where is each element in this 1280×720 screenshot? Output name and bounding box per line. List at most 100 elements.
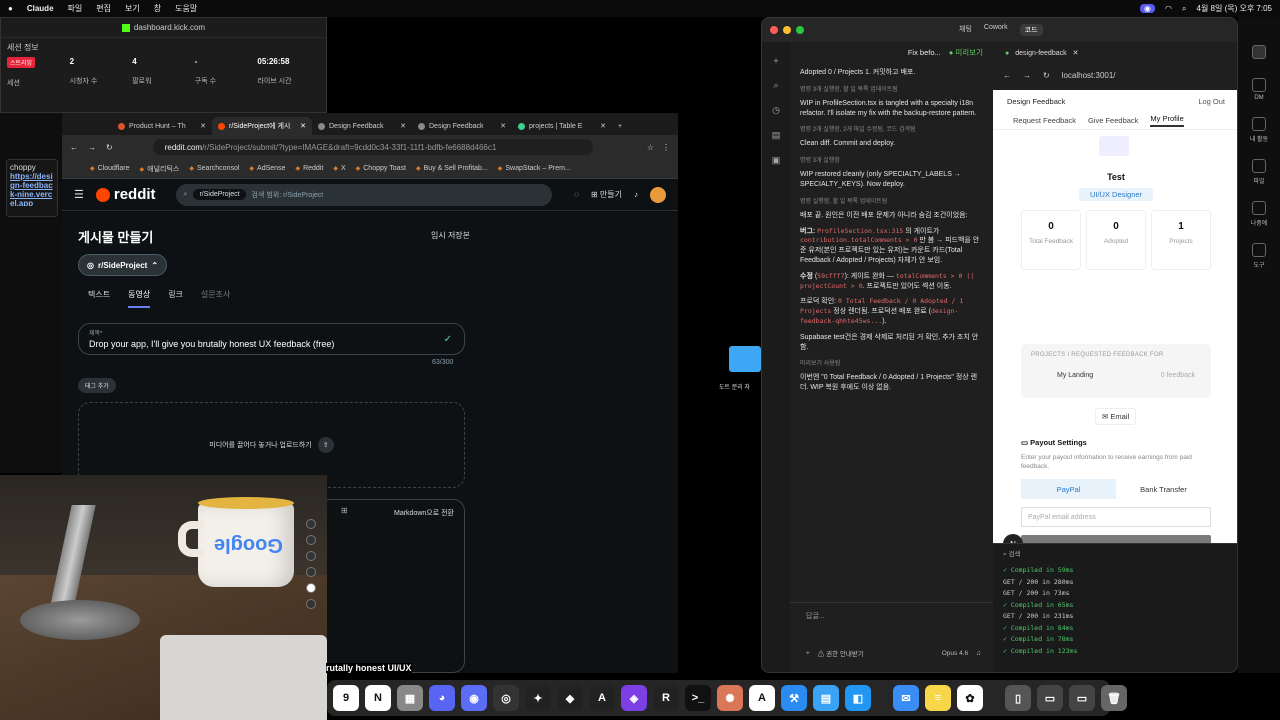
chat-title[interactable]: Fix befo... <box>908 48 941 57</box>
rail-tools[interactable]: 도구 <box>1252 243 1266 269</box>
minimize-window-button[interactable] <box>783 26 791 34</box>
bookmark-item[interactable]: Cloudflare <box>90 165 130 172</box>
terminal-search[interactable]: ⌕ 검색 <box>1003 548 1229 559</box>
project-row[interactable]: My Landing 0 feedback <box>1021 358 1211 379</box>
chat-icon[interactable]: ◌ <box>574 190 579 199</box>
nav-give-feedback[interactable]: Give Feedback <box>1088 116 1138 125</box>
folder-label[interactable]: 도트 분리 자 <box>719 382 750 391</box>
history-icon[interactable]: ◷ <box>772 105 780 116</box>
status-app-icon[interactable]: ◉ <box>1140 4 1156 13</box>
segment-chat[interactable]: 채팅 <box>959 24 972 36</box>
dock-chrome-canary-icon[interactable]: ◎ <box>493 685 519 711</box>
paypal-tab[interactable]: PayPal <box>1021 479 1116 500</box>
tool-summary[interactable]: 명령 실행함, 할 일 목록 업데이트됨 <box>800 196 983 205</box>
zoom-window-button[interactable] <box>796 26 804 34</box>
create-button[interactable]: ⊞ 만들기 <box>591 189 622 200</box>
bookmark-item[interactable]: AdSense <box>249 165 285 172</box>
dock-terminal-icon[interactable]: >_ <box>685 685 711 711</box>
dock-notes-icon[interactable]: ≡ <box>925 685 951 711</box>
forward-icon[interactable]: → <box>1023 71 1031 80</box>
menu-datetime[interactable]: 4월 8일 (목) 오후 7:05 <box>1197 3 1273 14</box>
menu-file[interactable]: 파일 <box>68 3 83 14</box>
bookmark-item[interactable]: Choppy Toast <box>356 165 406 172</box>
chat-input[interactable]: 답글... + ⚠ 권한 안내받기 Opus 4.6 ♫ <box>790 602 993 672</box>
rail-activity[interactable]: 내 활동 <box>1250 117 1268 143</box>
dock-perplexity-icon[interactable]: ◈ <box>621 685 647 711</box>
paypal-email-input[interactable]: PayPal email address <box>1021 507 1211 528</box>
dock-claude-icon[interactable]: ✺ <box>717 685 743 711</box>
bookmark-item[interactable]: SwapStack – Prem... <box>498 165 570 172</box>
reload-icon[interactable]: ↻ <box>1043 71 1050 80</box>
dock-discord-icon[interactable]: ◕ <box>429 685 455 711</box>
title-field[interactable]: 제목* Drop your app, I'll give you brutall… <box>78 323 465 355</box>
tool-summary[interactable]: 명령 2개 실행함, 2개 파일 수정됨, 코드 검색됨 <box>800 124 983 133</box>
briefcase-icon[interactable]: ▣ <box>772 155 781 166</box>
tool-summary[interactable]: 명령 3개 실행함 <box>800 155 983 164</box>
menu-window[interactable]: 창 <box>154 3 161 14</box>
tab-design-feedback-2[interactable]: Design Feedback ✕ <box>412 117 512 135</box>
reload-icon[interactable]: ↻ <box>106 143 113 152</box>
menu-app-name[interactable]: Claude <box>27 4 54 13</box>
dock-mail-icon[interactable]: ✉ <box>893 685 919 711</box>
bookmark-item[interactable]: Reddit <box>295 165 323 172</box>
wifi-icon[interactable]: ◠ <box>1165 4 1172 13</box>
reddit-logo[interactable]: reddit <box>95 186 156 203</box>
back-icon[interactable]: ← <box>70 143 78 152</box>
star-icon[interactable]: ☆ <box>647 143 654 152</box>
new-tab-button[interactable]: + <box>612 117 632 135</box>
dock-figma-icon[interactable]: ✦ <box>525 685 551 711</box>
dock-calendar-icon[interactable]: 9 <box>333 685 359 711</box>
tab-reddit[interactable]: r/SideProject에 게시 ✕ <box>212 117 312 135</box>
side-card[interactable]: choppy https://design-feedback-nine.verc… <box>6 159 58 217</box>
dock-trash-icon[interactable]: 🗑 <box>1101 685 1127 711</box>
close-window-button[interactable] <box>770 26 778 34</box>
dock-files-icon[interactable]: ▤ <box>813 685 839 711</box>
menu-help[interactable]: 도움말 <box>175 3 197 14</box>
bank-transfer-tab[interactable]: Bank Transfer <box>1116 479 1211 499</box>
side-card-link[interactable]: https://design-feedback-nine.vercel.app <box>10 172 54 206</box>
avatar[interactable] <box>650 186 666 203</box>
bell-icon[interactable]: ♪ <box>634 190 638 199</box>
bookmark-item[interactable]: 애널리틱스 <box>140 164 179 174</box>
model-selector[interactable]: Opus 4.6 <box>942 650 968 657</box>
folder-icon[interactable] <box>729 346 761 372</box>
apple-icon[interactable]: ● <box>8 4 13 13</box>
dock-preview-icon[interactable]: ▯ <box>1005 685 1031 711</box>
search-community-chip[interactable]: r/SideProject <box>193 189 246 200</box>
bookmark-item[interactable]: Buy & Sell Profitab... <box>416 165 488 172</box>
files-icon[interactable]: ▤ <box>772 130 781 141</box>
tool-summary[interactable]: 미리보기 사용됨 <box>800 358 983 367</box>
title-value[interactable]: Drop your app, I'll give you brutally ho… <box>89 339 454 349</box>
tab-projects[interactable]: projects | Table E ✕ <box>512 117 612 135</box>
rail-dm[interactable]: DM <box>1252 78 1266 101</box>
search-icon[interactable]: ⌕ <box>1182 4 1186 14</box>
dock-arc-icon[interactable]: A <box>589 685 615 711</box>
bookmark-item[interactable]: Searchconsol <box>189 165 239 172</box>
mic-icon[interactable]: ♫ <box>976 650 981 657</box>
plus-icon[interactable]: + <box>773 56 778 66</box>
hamburger-icon[interactable]: ☰ <box>74 188 84 201</box>
dock-xcode-icon[interactable]: ⚒ <box>781 685 807 711</box>
tool-summary[interactable]: 명령 3개 실행함, 할 일 목록 업데이트됨 <box>800 84 983 93</box>
drafts-button[interactable]: 임시 저장본 <box>431 230 470 241</box>
menu-dots-icon[interactable]: ⋮ <box>662 143 670 152</box>
tab-video[interactable]: 동영상 <box>128 289 151 308</box>
tab-text[interactable]: 텍스트 <box>88 289 110 308</box>
tab-poll[interactable]: 설문조사 <box>201 289 230 308</box>
menu-view[interactable]: 보기 <box>125 3 140 14</box>
bookmark-item[interactable]: X <box>333 165 346 172</box>
community-selector[interactable]: ◎ r/SideProject ⌃ <box>78 254 168 276</box>
nav-my-profile[interactable]: My Profile <box>1150 114 1184 127</box>
url-input[interactable]: reddit.com/r/SideProject/submit/?type=IM… <box>152 139 593 155</box>
plus-icon[interactable]: + <box>806 650 810 657</box>
markdown-toggle[interactable]: Markdown으로 전환 <box>394 508 454 518</box>
camera-controls[interactable] <box>306 519 316 609</box>
dock-screens-2-icon[interactable]: ▭ <box>1069 685 1095 711</box>
chat-input-placeholder[interactable]: 답글... <box>806 611 977 621</box>
email-button[interactable]: ✉ Email <box>1095 408 1137 425</box>
dock-cursor-icon[interactable]: ◆ <box>557 685 583 711</box>
dock-raycast-icon[interactable]: R <box>653 685 679 711</box>
tab-link[interactable]: 링크 <box>168 289 183 308</box>
dock-screens-icon[interactable]: ▭ <box>1037 685 1063 711</box>
preview-url[interactable]: localhost:3001/ <box>1062 71 1116 80</box>
